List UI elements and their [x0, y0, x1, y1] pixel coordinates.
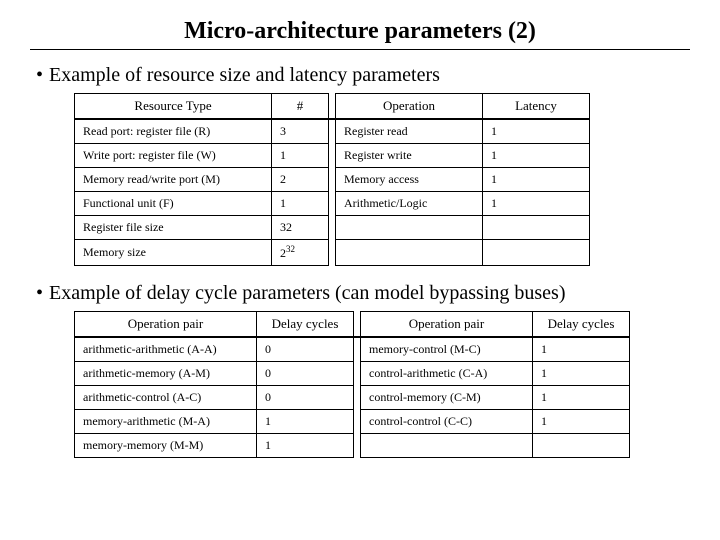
table-row: Functional unit (F) 1 Arithmetic/Logic 1 [75, 192, 590, 216]
cell: 1 [483, 119, 590, 144]
cell: control-arithmetic (C-A) [361, 362, 533, 386]
title-underline [30, 49, 690, 50]
cell: Memory size [75, 240, 272, 266]
cell [533, 434, 630, 458]
cell: 2 [272, 168, 329, 192]
cell: 232 [272, 240, 329, 266]
cell: 1 [272, 192, 329, 216]
cell: 1 [272, 144, 329, 168]
col-delay-left: Delay cycles [257, 312, 354, 338]
cell [336, 240, 483, 266]
col-sep [354, 362, 361, 386]
cell: 1 [533, 362, 630, 386]
cell: 32 [272, 216, 329, 240]
delay-table: Operation pair Delay cycles Operation pa… [74, 311, 630, 458]
cell: 0 [257, 362, 354, 386]
cell: 0 [257, 386, 354, 410]
col-sep [329, 240, 336, 266]
cell [483, 216, 590, 240]
table-row: Read port: register file (R) 3 Register … [75, 119, 590, 144]
table-row: memory-memory (M-M) 1 [75, 434, 630, 458]
table-row: Memory size 232 [75, 240, 590, 266]
col-pair-right: Operation pair [361, 312, 533, 338]
col-latency: Latency [483, 94, 590, 120]
bullet-1: • Example of resource size and latency p… [36, 64, 690, 87]
bullet-1-text: Example of resource size and latency par… [49, 64, 440, 87]
delay-table-wrap: Operation pair Delay cycles Operation pa… [74, 311, 690, 458]
col-sep [329, 192, 336, 216]
col-sep [354, 312, 361, 338]
slide: Micro-architecture parameters (2) • Exam… [0, 0, 720, 484]
col-sep [329, 216, 336, 240]
cell: 1 [483, 168, 590, 192]
cell: 1 [257, 434, 354, 458]
col-sep [354, 410, 361, 434]
cell: 1 [483, 144, 590, 168]
cell: 1 [483, 192, 590, 216]
bullet-icon: • [36, 282, 43, 305]
cell: 1 [257, 410, 354, 434]
col-sep [354, 434, 361, 458]
cell: 1 [533, 410, 630, 434]
cell: 3 [272, 119, 329, 144]
cell: Arithmetic/Logic [336, 192, 483, 216]
cell: Register write [336, 144, 483, 168]
bullet-icon: • [36, 64, 43, 87]
bullet-2-text: Example of delay cycle parameters (can m… [49, 282, 565, 305]
slide-title: Micro-architecture parameters (2) [30, 18, 690, 45]
cell [336, 216, 483, 240]
cell: memory-control (M-C) [361, 337, 533, 362]
col-sep [354, 337, 361, 362]
table-header-row: Resource Type # Operation Latency [75, 94, 590, 120]
cell: Memory read/write port (M) [75, 168, 272, 192]
cell: 0 [257, 337, 354, 362]
cell: Register read [336, 119, 483, 144]
table-row: Write port: register file (W) 1 Register… [75, 144, 590, 168]
col-operation: Operation [336, 94, 483, 120]
table-row: arithmetic-control (A-C) 0 control-memor… [75, 386, 630, 410]
cell: memory-arithmetic (M-A) [75, 410, 257, 434]
table-row: memory-arithmetic (M-A) 1 control-contro… [75, 410, 630, 434]
cell: 1 [533, 386, 630, 410]
resource-table-wrap: Resource Type # Operation Latency Read p… [74, 93, 690, 266]
table-row: arithmetic-memory (A-M) 0 control-arithm… [75, 362, 630, 386]
col-sep [329, 94, 336, 120]
cell [483, 240, 590, 266]
cell: control-memory (C-M) [361, 386, 533, 410]
cell: Register file size [75, 216, 272, 240]
cell: 1 [533, 337, 630, 362]
cell: arithmetic-control (A-C) [75, 386, 257, 410]
resource-table: Resource Type # Operation Latency Read p… [74, 93, 590, 266]
col-sep [354, 386, 361, 410]
col-sep [329, 119, 336, 144]
cell: Functional unit (F) [75, 192, 272, 216]
col-resource-type: Resource Type [75, 94, 272, 120]
table-header-row: Operation pair Delay cycles Operation pa… [75, 312, 630, 338]
col-delay-right: Delay cycles [533, 312, 630, 338]
col-pair-left: Operation pair [75, 312, 257, 338]
bullet-2: • Example of delay cycle parameters (can… [36, 282, 690, 305]
table-row: arithmetic-arithmetic (A-A) 0 memory-con… [75, 337, 630, 362]
col-sep [329, 144, 336, 168]
cell: Memory access [336, 168, 483, 192]
cell: control-control (C-C) [361, 410, 533, 434]
cell: memory-memory (M-M) [75, 434, 257, 458]
cell: arithmetic-arithmetic (A-A) [75, 337, 257, 362]
table-row: Memory read/write port (M) 2 Memory acce… [75, 168, 590, 192]
col-count: # [272, 94, 329, 120]
col-sep [329, 168, 336, 192]
cell: Write port: register file (W) [75, 144, 272, 168]
cell [361, 434, 533, 458]
cell: Read port: register file (R) [75, 119, 272, 144]
cell: arithmetic-memory (A-M) [75, 362, 257, 386]
table-row: Register file size 32 [75, 216, 590, 240]
